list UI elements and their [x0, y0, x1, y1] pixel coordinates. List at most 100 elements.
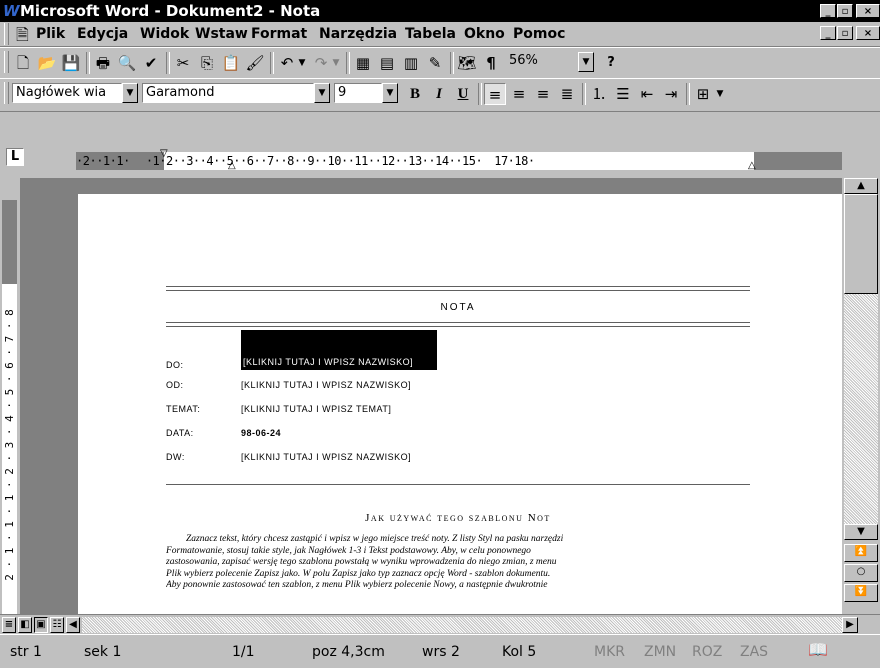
justify-icon[interactable]: ≣: [556, 83, 578, 105]
style-combo[interactable]: Nagłówek wia: [12, 83, 122, 103]
first-line-indent-icon[interactable]: ▽: [160, 148, 168, 159]
toolbar-separator: [686, 83, 690, 105]
browse-object-icon[interactable]: ○: [844, 564, 878, 582]
underline-icon[interactable]: U: [452, 83, 474, 105]
body-text[interactable]: Zaznacz tekst, który chcesz zastąpić i w…: [166, 534, 750, 592]
menu-format[interactable]: Format: [251, 26, 307, 42]
spelling-status-icon[interactable]: 📖: [808, 640, 828, 659]
menu-grip[interactable]: [4, 23, 9, 45]
spelling-icon[interactable]: ✔: [140, 52, 162, 74]
document-map-icon[interactable]: 🗺: [456, 52, 478, 74]
next-page-icon[interactable]: ⏬: [844, 584, 878, 602]
menu-file[interactable]: Plik: [36, 26, 65, 42]
menu-tools[interactable]: Narzędzia: [319, 26, 397, 42]
ruler-label: ·11·: [347, 154, 375, 168]
numbering-icon[interactable]: ⒈: [588, 83, 610, 105]
vertical-ruler[interactable]: 2 · 1 · 1 · 1 · 2 · 3 · 4 · 5 · 6 · 7 · …: [0, 178, 21, 614]
status-mkr[interactable]: MKR: [594, 644, 625, 660]
page-layout-icon[interactable]: ▣: [34, 617, 48, 633]
borders-dropdown-icon[interactable]: ▼: [714, 83, 726, 105]
bullets-icon[interactable]: ☰: [612, 83, 634, 105]
menu-help[interactable]: Pomoc: [513, 26, 565, 42]
redo-icon[interactable]: ↷: [310, 52, 332, 74]
scroll-thumb[interactable]: [844, 194, 878, 294]
undo-icon[interactable]: ↶: [276, 52, 298, 74]
online-layout-icon[interactable]: ◧: [18, 617, 32, 633]
redo-dropdown-icon[interactable]: ▼: [330, 52, 342, 74]
menu-edit[interactable]: Edycja: [77, 26, 128, 42]
scroll-down-icon[interactable]: ▼: [844, 524, 878, 540]
menu-window[interactable]: Okno: [464, 26, 505, 42]
field-subject[interactable]: [KLIKNIJ TUTAJ I WPISZ TEMAT]: [241, 404, 391, 414]
cut-icon[interactable]: ✂: [172, 52, 194, 74]
outline-view-icon[interactable]: ☷: [50, 617, 64, 633]
font-dropdown-icon[interactable]: ▼: [314, 83, 330, 103]
menu-table[interactable]: Tabela: [405, 26, 456, 42]
borders-icon[interactable]: ⊞: [692, 83, 714, 105]
status-zas[interactable]: ZAS: [740, 644, 768, 660]
align-center-icon[interactable]: ≡: [508, 83, 530, 105]
doc-close-button[interactable]: ×: [856, 26, 880, 40]
minimize-button[interactable]: _: [820, 4, 836, 18]
print-icon[interactable]: 🖶: [92, 52, 114, 74]
columns-icon[interactable]: ▥: [400, 52, 422, 74]
normal-view-icon[interactable]: ≡: [2, 617, 16, 633]
pilcrow-icon[interactable]: ¶: [480, 52, 502, 74]
decrease-indent-icon[interactable]: ⇤: [636, 83, 658, 105]
zoom-combo[interactable]: 56%: [506, 52, 576, 72]
status-line: wrs 2: [422, 644, 460, 660]
toolbar-grip[interactable]: [4, 82, 9, 104]
insert-table-icon[interactable]: ▦: [352, 52, 374, 74]
menu-insert[interactable]: Wstaw: [195, 26, 248, 42]
print-preview-icon[interactable]: 🔍: [116, 52, 138, 74]
drawing-icon[interactable]: ✎: [424, 52, 446, 74]
font-size-combo[interactable]: 9: [334, 83, 382, 103]
format-painter-icon[interactable]: 🖌: [244, 52, 266, 74]
document-area[interactable]: NOTA DO: [KLIKNIJ TUTAJ I WPISZ NAZWISKO…: [20, 178, 842, 614]
right-indent-icon[interactable]: △: [748, 160, 756, 171]
vertical-scrollbar[interactable]: ▲ ▼ ⏫ ○ ⏬: [842, 178, 880, 614]
field-cc[interactable]: [KLIKNIJ TUTAJ I WPISZ NAZWISKO]: [241, 452, 411, 462]
status-column: Kol 5: [502, 644, 537, 660]
scroll-up-icon[interactable]: ▲: [844, 178, 878, 194]
help-icon[interactable]: ?: [600, 52, 622, 74]
page[interactable]: NOTA DO: [KLIKNIJ TUTAJ I WPISZ NAZWISKO…: [78, 194, 842, 614]
scroll-left-icon[interactable]: ◀: [66, 617, 80, 633]
save-icon[interactable]: 💾: [60, 52, 82, 74]
close-button[interactable]: ×: [856, 4, 880, 18]
align-right-icon[interactable]: ≡: [532, 83, 554, 105]
new-document-icon[interactable]: 🗋: [12, 52, 34, 74]
horizontal-scrollbar[interactable]: ≡ ◧ ▣ ☷ ◀ ▶: [0, 614, 880, 635]
field-date[interactable]: 98-06-24: [241, 428, 281, 438]
bold-icon[interactable]: B: [404, 83, 426, 105]
increase-indent-icon[interactable]: ⇥: [660, 83, 682, 105]
font-size-dropdown-icon[interactable]: ▼: [382, 83, 398, 103]
field-from[interactable]: [KLIKNIJ TUTAJ I WPISZ NAZWISKO]: [241, 380, 411, 390]
menu-view[interactable]: Widok: [140, 26, 189, 42]
zoom-dropdown-icon[interactable]: ▼: [578, 52, 594, 72]
status-roz[interactable]: ROZ: [692, 644, 722, 660]
hscroll-track[interactable]: [82, 617, 842, 633]
status-zmn[interactable]: ZMN: [644, 644, 676, 660]
insert-excel-icon[interactable]: ▤: [376, 52, 398, 74]
toolbar-grip[interactable]: [4, 51, 9, 73]
style-dropdown-icon[interactable]: ▼: [122, 83, 138, 103]
previous-page-icon[interactable]: ⏫: [844, 544, 878, 562]
doc-restore-button[interactable]: ▫: [837, 26, 853, 40]
scroll-right-icon[interactable]: ▶: [842, 617, 858, 633]
restore-button[interactable]: ▫: [837, 4, 853, 18]
undo-dropdown-icon[interactable]: ▼: [296, 52, 308, 74]
hanging-indent-icon[interactable]: △: [228, 160, 236, 171]
font-combo[interactable]: Garamond: [142, 83, 314, 103]
align-left-icon[interactable]: ≡: [484, 83, 506, 105]
paste-icon[interactable]: 📋: [220, 52, 242, 74]
field-to[interactable]: [KLIKNIJ TUTAJ I WPISZ NAZWISKO]: [241, 354, 437, 370]
italic-icon[interactable]: I: [428, 83, 450, 105]
body-line: Aby ponownie zastosować ten szablon, z m…: [166, 580, 548, 590]
open-folder-icon[interactable]: 📂: [36, 52, 58, 74]
copy-icon[interactable]: ⎘: [196, 52, 218, 74]
ruler-strip[interactable]: ·2··1·1· ·1·2··3··4··5··6··7··8··9··10··1…: [76, 148, 842, 171]
doc-minimize-button[interactable]: _: [820, 26, 836, 40]
tab-selector-icon[interactable]: L: [6, 148, 24, 166]
word-icon[interactable]: W: [3, 2, 20, 20]
